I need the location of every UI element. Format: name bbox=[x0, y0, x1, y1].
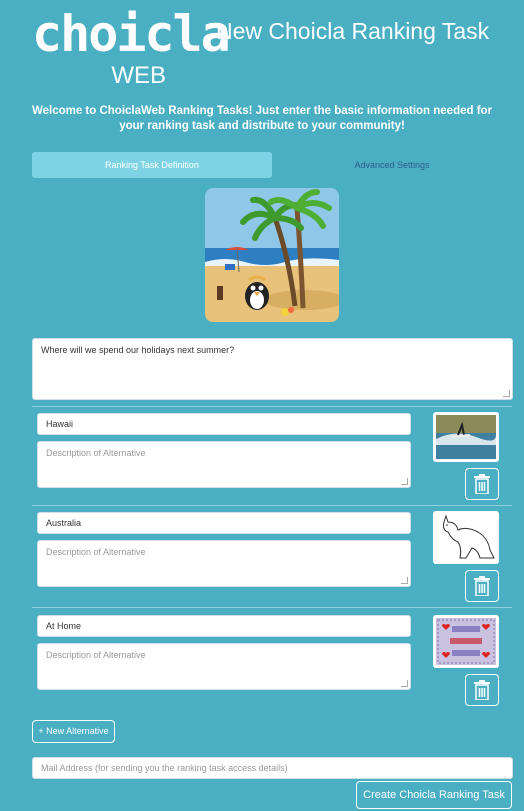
question-textarea[interactable]: Where will we spend our holidays next su… bbox=[32, 338, 513, 400]
logo-main-text: choicla bbox=[32, 5, 231, 63]
delete-alternative-button[interactable] bbox=[465, 570, 499, 602]
beach-palm-illustration bbox=[205, 188, 339, 322]
email-input[interactable]: Mail Address (for sending you the rankin… bbox=[32, 757, 513, 779]
create-ranking-task-button[interactable]: Create Choicla Ranking Task bbox=[356, 781, 512, 809]
alternative-name-input[interactable]: Hawaii bbox=[37, 413, 411, 435]
choicla-logo: choicla WEB bbox=[32, 5, 231, 89]
resize-handle-icon[interactable] bbox=[401, 478, 408, 485]
description-placeholder: Description of Alternative bbox=[46, 547, 146, 557]
trash-icon bbox=[474, 680, 490, 700]
description-placeholder: Description of Alternative bbox=[46, 448, 146, 458]
divider bbox=[32, 505, 512, 506]
kangaroo-drawing-icon bbox=[436, 514, 496, 561]
trash-icon bbox=[474, 576, 490, 596]
resize-handle-icon[interactable] bbox=[503, 390, 510, 397]
divider bbox=[32, 406, 512, 407]
resize-handle-icon[interactable] bbox=[401, 577, 408, 584]
new-alternative-button[interactable]: + New Alternative bbox=[32, 720, 115, 743]
logo-sub-text: WEB bbox=[111, 62, 166, 89]
alternative-image-surfer[interactable] bbox=[433, 412, 499, 462]
welcome-text: Welcome to ChoiclaWeb Ranking Tasks! Jus… bbox=[31, 105, 493, 132]
resize-handle-icon[interactable] bbox=[401, 680, 408, 687]
trash-icon bbox=[474, 474, 490, 494]
alternative-name-input[interactable]: Australia bbox=[37, 512, 411, 534]
alternative-name-value: Hawaii bbox=[46, 419, 74, 429]
delete-alternative-button[interactable] bbox=[465, 674, 499, 706]
tab-ranking-task-definition[interactable]: Ranking Task Definition bbox=[32, 152, 272, 178]
alternative-description-textarea[interactable]: Description of Alternative bbox=[37, 540, 411, 587]
alternative-image-home-sweet-home[interactable] bbox=[433, 615, 499, 668]
alternative-name-value: At Home bbox=[46, 621, 82, 631]
email-placeholder: Mail Address (for sending you the rankin… bbox=[41, 763, 288, 773]
surfer-photo-icon bbox=[436, 415, 496, 459]
home-sweet-home-sign-icon bbox=[436, 618, 496, 665]
description-placeholder: Description of Alternative bbox=[46, 650, 146, 660]
delete-alternative-button[interactable] bbox=[465, 468, 499, 500]
alternative-description-textarea[interactable]: Description of Alternative bbox=[37, 643, 411, 690]
divider bbox=[32, 607, 512, 608]
alternative-name-value: Australia bbox=[46, 518, 82, 528]
page-title: New Choicla Ranking Task bbox=[216, 18, 490, 44]
question-text: Where will we spend our holidays next su… bbox=[41, 345, 235, 355]
alternative-name-input[interactable]: At Home bbox=[37, 615, 411, 637]
page: choicla WEB New Choicla Ranking Task Wel… bbox=[0, 0, 524, 811]
task-image[interactable] bbox=[205, 188, 339, 322]
alternative-description-textarea[interactable]: Description of Alternative bbox=[37, 441, 411, 488]
tab-advanced-settings[interactable]: Advanced Settings bbox=[272, 152, 512, 178]
alternative-image-kangaroo[interactable] bbox=[433, 511, 499, 564]
